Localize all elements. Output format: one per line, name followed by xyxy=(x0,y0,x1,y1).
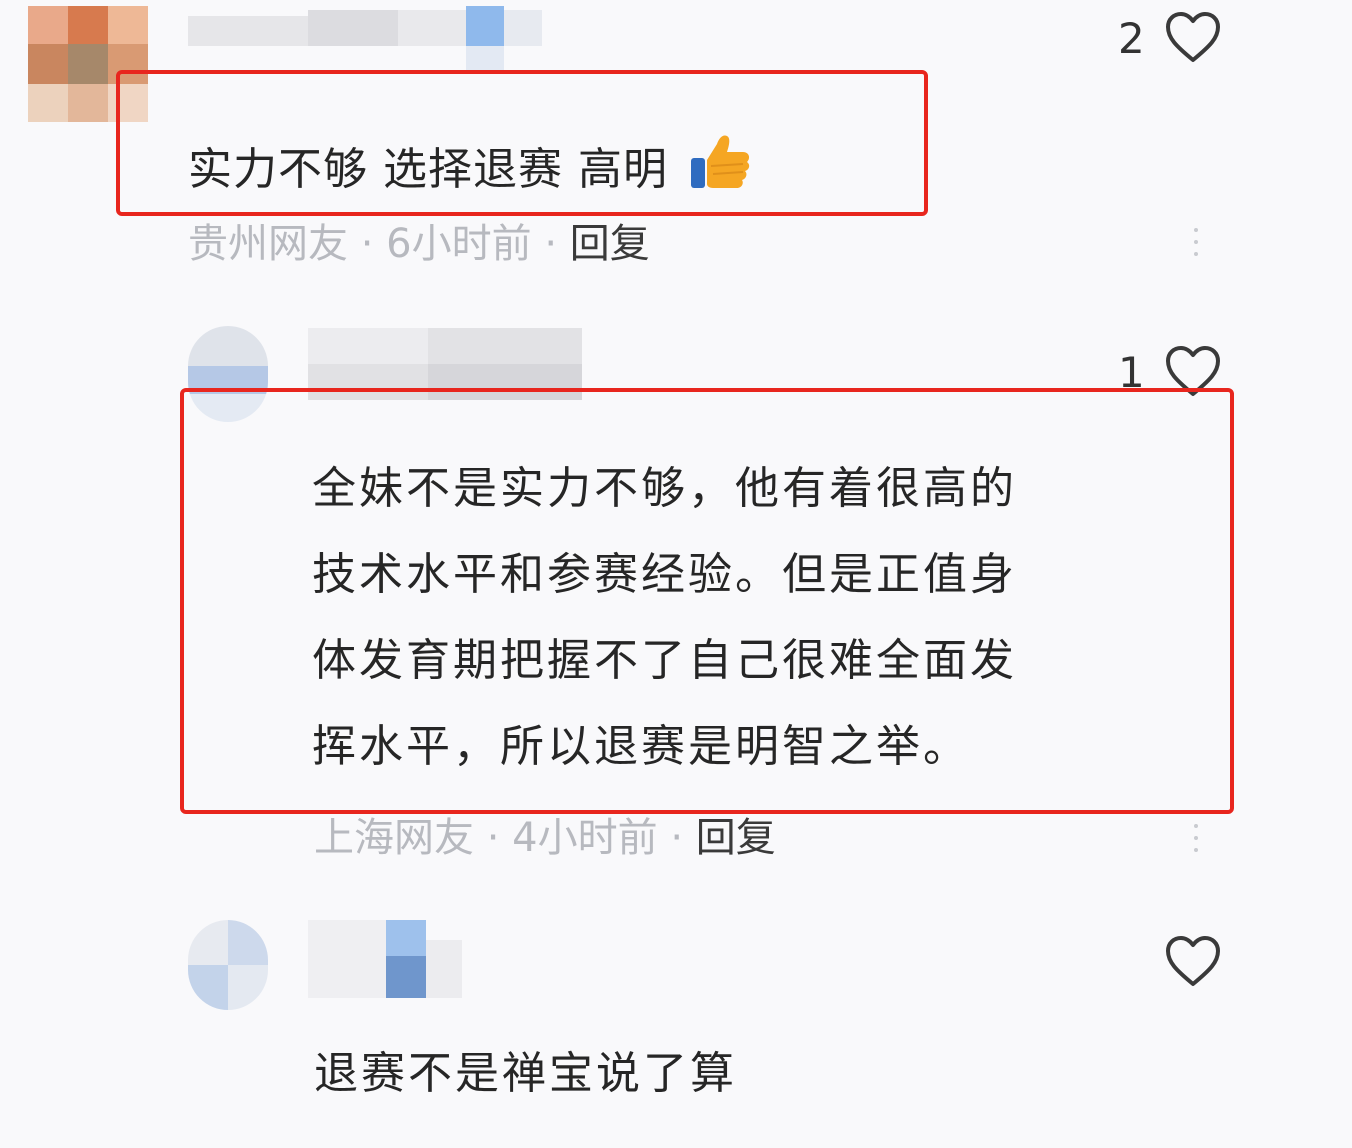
comment-text-line: 技术水平和参赛经验。但是正值身 xyxy=(312,549,1017,600)
separator: · xyxy=(544,221,558,267)
comment-text-line: 体发育期把握不了自己很难全面发 xyxy=(312,635,1017,686)
location: 贵州网友 xyxy=(188,221,348,267)
separator: · xyxy=(670,815,684,861)
comment-text-line: 全妹不是实力不够，他有着很高的 xyxy=(312,463,1017,514)
more-options-icon[interactable] xyxy=(1194,824,1200,860)
comment-text-line: 挥水平，所以退赛是明智之举。 xyxy=(312,721,970,772)
timestamp: 6小时前 xyxy=(386,221,532,267)
comment-meta: 贵州网友 · 6小时前 · 回复 xyxy=(188,224,650,264)
avatar[interactable] xyxy=(188,920,268,1010)
comment-text: 退赛不是禅宝说了算 xyxy=(314,1048,737,1099)
more-options-icon[interactable] xyxy=(1194,228,1200,264)
thumbs-up-icon xyxy=(690,135,750,188)
separator: · xyxy=(486,815,500,861)
comment-meta: 上海网友 · 4小时前 · 回复 xyxy=(314,818,776,858)
location: 上海网友 xyxy=(314,815,474,861)
timestamp: 4小时前 xyxy=(512,815,658,861)
heart-icon[interactable] xyxy=(1164,10,1222,64)
reply-button[interactable]: 回复 xyxy=(696,815,776,861)
comment-text: 实力不够 选择退赛 高明 xyxy=(188,130,753,194)
reply-button[interactable]: 回复 xyxy=(570,221,650,267)
like-count: 2 xyxy=(1118,14,1145,63)
heart-icon[interactable] xyxy=(1164,934,1222,988)
comment-text: 全妹不是实力不够，他有着很高的 技术水平和参赛经验。但是正值身 体发育期把握不了… xyxy=(312,446,1162,790)
separator: · xyxy=(360,221,374,267)
